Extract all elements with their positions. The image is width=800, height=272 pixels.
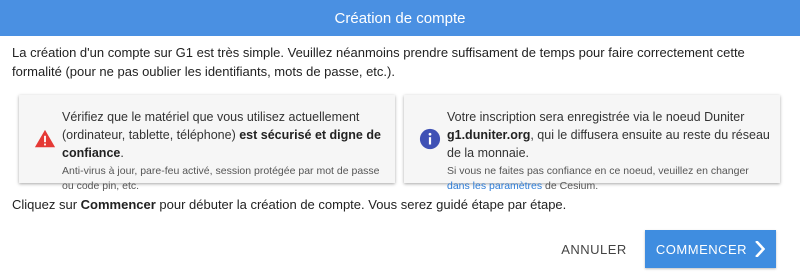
dialog-title: Création de compte	[334, 9, 466, 27]
info-text: Votre inscription sera enregistrée via l…	[447, 108, 770, 194]
info-subtext-prefix: Si vous ne faites pas confiance en ce no…	[447, 165, 749, 177]
start-button-label: COMMENCER	[655, 241, 748, 257]
info-card: Votre inscription sera enregistrée via l…	[404, 95, 780, 192]
info-icon	[419, 128, 441, 150]
cancel-button-label: ANNULER	[561, 241, 627, 257]
warning-text-suffix: .	[120, 146, 124, 160]
info-subtext: Si vous ne faites pas confiance en ce no…	[447, 164, 770, 194]
info-text-prefix: Votre inscription sera enregistrée via l…	[447, 110, 745, 124]
cancel-button[interactable]: ANNULER	[546, 230, 642, 268]
start-button[interactable]: COMMENCER	[645, 230, 776, 268]
chevron-right-icon	[755, 241, 766, 257]
warning-subtext: Anti-virus à jour, pare-feu activé, sess…	[62, 165, 380, 192]
outro-text: Cliquez sur Commencer pour débuter la cr…	[12, 197, 566, 212]
outro-bold: Commencer	[80, 197, 156, 212]
warning-icon	[34, 129, 56, 148]
info-subtext-suffix: de Cesium.	[542, 180, 599, 192]
warning-text: Vérifiez que le matériel que vous utilis…	[62, 108, 385, 194]
warning-card: Vérifiez que le matériel que vous utilis…	[19, 95, 395, 192]
intro-text: La création d'un compte sur G1 est très …	[12, 45, 745, 79]
info-node-name: g1.duniter.org	[447, 128, 531, 142]
dialog-header: Création de compte	[0, 0, 800, 36]
settings-link[interactable]: dans les paramètres	[447, 180, 542, 192]
outro-prefix: Cliquez sur	[12, 197, 81, 212]
outro-suffix: pour débuter la création de compte. Vous…	[155, 197, 567, 212]
